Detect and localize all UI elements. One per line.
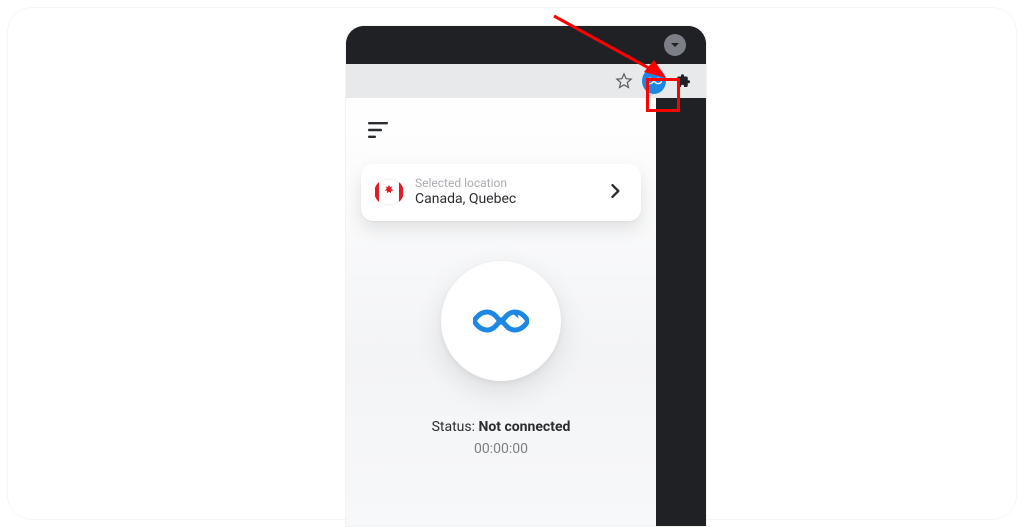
menu-button[interactable] <box>362 116 394 144</box>
location-text: Selected location Canada, Quebec <box>415 176 609 209</box>
page-background <box>656 98 706 526</box>
browser-window: Selected location Canada, Quebec Status:… <box>346 26 706 526</box>
connection-timer: 00:00:00 <box>474 441 528 457</box>
status-label: Status: <box>432 419 479 435</box>
vpn-extension-button[interactable] <box>642 69 666 93</box>
selected-location-card[interactable]: Selected location Canada, Quebec <box>361 164 641 221</box>
flag-canada-icon <box>375 178 403 206</box>
sort-icon <box>368 122 388 138</box>
status-line: Status: Not connected <box>432 419 571 435</box>
location-label: Selected location <box>415 176 609 191</box>
infinity-icon <box>473 303 529 339</box>
status-value: Not connected <box>478 419 570 435</box>
extension-popup: Selected location Canada, Quebec Status:… <box>346 98 656 526</box>
browser-toolbar <box>346 64 706 98</box>
chevron-right-icon <box>609 183 627 201</box>
account-dropdown-icon[interactable] <box>664 34 686 56</box>
connect-button[interactable] <box>441 261 561 381</box>
bookmark-star-icon[interactable] <box>612 69 636 93</box>
extensions-puzzle-icon[interactable] <box>672 69 696 93</box>
location-value: Canada, Quebec <box>415 191 609 209</box>
browser-titlebar <box>346 26 706 64</box>
canvas: Selected location Canada, Quebec Status:… <box>8 8 1016 519</box>
